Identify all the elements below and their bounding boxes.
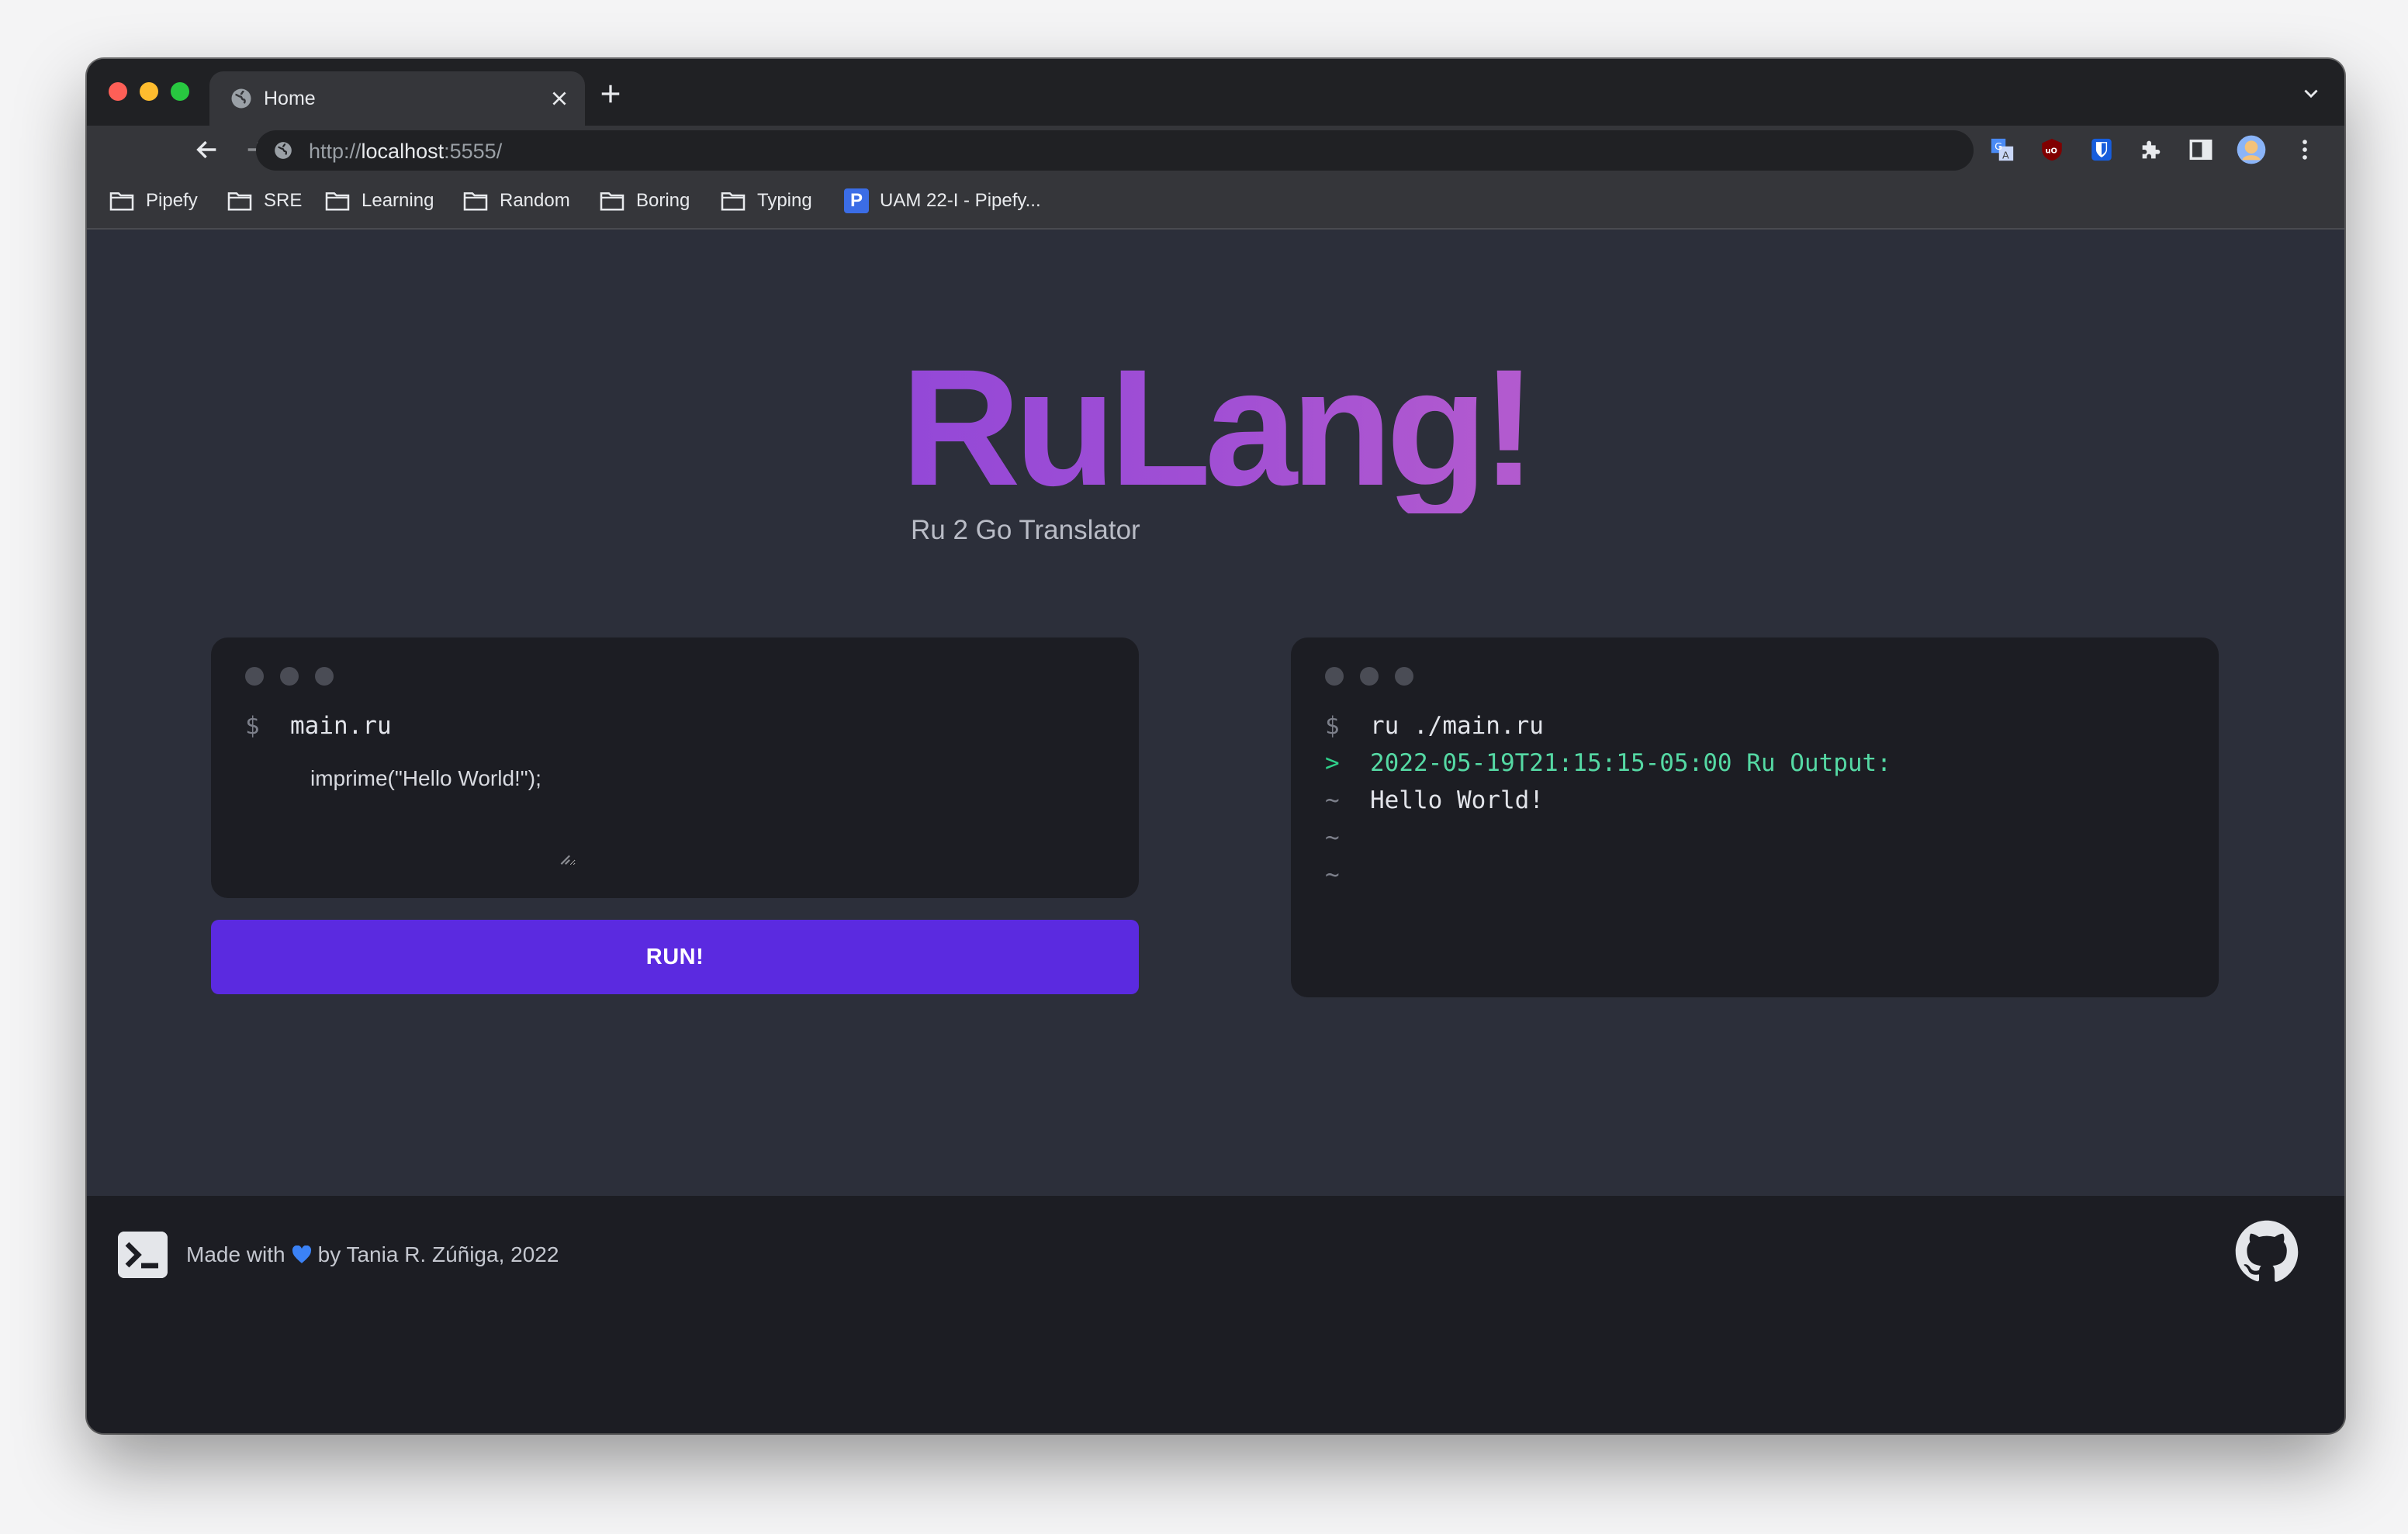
- bookmark-typing[interactable]: Typing: [720, 188, 812, 214]
- close-window-button[interactable]: [109, 82, 127, 101]
- ublock-icon[interactable]: uO: [2039, 136, 2065, 163]
- sidebar-icon[interactable]: [2188, 136, 2214, 163]
- folder-icon: [600, 192, 624, 211]
- prompt-symbol: ~: [1325, 861, 1340, 889]
- bookmark-random[interactable]: Random: [462, 188, 570, 214]
- bookmark-label: Boring: [636, 190, 690, 211]
- output-line: ~: [1325, 859, 1370, 890]
- bitwarden-icon[interactable]: [2088, 136, 2115, 163]
- profile-avatar[interactable]: [2236, 134, 2267, 165]
- hero-subtitle: Ru 2 Go Translator: [911, 515, 1140, 545]
- github-icon[interactable]: [2234, 1219, 2299, 1284]
- folder-icon: [227, 192, 252, 211]
- hero-title: RuLang!: [87, 343, 2344, 513]
- folder-icon: [463, 192, 488, 211]
- bookmark-label: Typing: [757, 190, 812, 211]
- prompt-symbol: $: [1325, 712, 1340, 740]
- bookmark-pipefy[interactable]: Pipefy: [109, 188, 198, 214]
- bookmarks-bar: Pipefy SRE Learning Random Boring Typing…: [87, 174, 2344, 230]
- output-line: $ ru ./main.ru: [1325, 710, 1544, 741]
- bookmark-learning[interactable]: Learning: [324, 188, 434, 214]
- output-text: 2022-05-19T21:15:15-05:00 Ru Output:: [1370, 749, 1891, 777]
- dot: [1325, 667, 1344, 686]
- output-text: Hello World!: [1370, 786, 1544, 814]
- bookmark-label: Learning: [362, 190, 434, 211]
- url-text: http://localhost:5555/: [309, 140, 502, 163]
- bookmark-label: Pipefy: [146, 190, 198, 211]
- output-line: ~: [1325, 822, 1370, 853]
- dot: [280, 667, 299, 686]
- tab-title: Home: [264, 88, 316, 109]
- folder-icon: [109, 192, 134, 211]
- run-button[interactable]: RUN!: [211, 920, 1139, 994]
- puzzle-icon[interactable]: [2138, 136, 2164, 163]
- bookmark-label: SRE: [264, 190, 303, 211]
- plus-icon[interactable]: [599, 82, 622, 105]
- svg-text:A: A: [2002, 150, 2009, 161]
- footer-suffix: by Tania R. Zúñiga, 2022: [317, 1242, 559, 1266]
- browser-window: Home http://localhost:5555/ G A uO Pipef…: [87, 59, 2344, 1433]
- output-line: ~ Hello World!: [1325, 785, 1544, 816]
- code-input[interactable]: [282, 754, 576, 865]
- prompt-symbol: >: [1325, 749, 1340, 777]
- footer-credit: Made with by Tania R. Zúñiga, 2022: [186, 1241, 559, 1269]
- pipefy-icon: P: [844, 188, 869, 213]
- dot: [315, 667, 334, 686]
- tab-strip: Home: [87, 59, 2344, 126]
- terminal-icon: [118, 1232, 168, 1278]
- editor-panel: $ main.ru: [211, 637, 1139, 898]
- blue-heart-icon: [292, 1246, 311, 1263]
- svg-text:G: G: [1995, 141, 2002, 153]
- prompt-symbol: ~: [1325, 786, 1340, 814]
- tab-home[interactable]: Home: [209, 71, 585, 126]
- bookmark-sre[interactable]: SRE: [227, 188, 302, 214]
- folder-icon: [325, 192, 350, 211]
- window-dots: [245, 667, 334, 686]
- url-scheme: http://: [309, 140, 362, 163]
- minimize-window-button[interactable]: [140, 82, 158, 101]
- chevron-down-icon[interactable]: [2301, 84, 2321, 104]
- globe-icon: [231, 88, 251, 109]
- output-text: ru ./main.ru: [1370, 712, 1544, 740]
- dot: [1360, 667, 1379, 686]
- prompt-symbol: $: [245, 712, 260, 740]
- bookmark-label: UAM 22-I - Pipefy...: [880, 190, 1041, 211]
- bookmark-label: Random: [500, 190, 570, 211]
- footer: Made with by Tania R. Zúñiga, 2022: [87, 1196, 2344, 1433]
- back-arrow-icon[interactable]: [194, 136, 220, 163]
- close-icon[interactable]: [549, 88, 569, 109]
- editor-header-line: $ main.ru: [245, 710, 392, 741]
- kebab-menu-icon[interactable]: [2292, 136, 2318, 163]
- prompt-symbol: ~: [1325, 824, 1340, 852]
- browser-toolbar: http://localhost:5555/ G A uO: [87, 126, 2344, 174]
- footer-prefix: Made with: [186, 1242, 285, 1266]
- svg-text:uO: uO: [2046, 147, 2057, 155]
- url-path: :5555/: [444, 140, 503, 163]
- dot: [1395, 667, 1413, 686]
- url-host: localhost: [361, 140, 445, 163]
- bookmark-uam-pipefy[interactable]: P UAM 22-I - Pipefy...: [844, 188, 1041, 214]
- output-panel: $ ru ./main.ru > 2022-05-19T21:15:15-05:…: [1291, 637, 2219, 997]
- window-dots: [1325, 667, 1413, 686]
- resize-handle-icon[interactable]: [557, 852, 571, 865]
- translate-icon[interactable]: G A: [1989, 136, 2015, 163]
- maximize-window-button[interactable]: [171, 82, 189, 101]
- address-bar[interactable]: http://localhost:5555/: [256, 130, 1974, 171]
- dot: [245, 667, 264, 686]
- folder-icon: [721, 192, 746, 211]
- editor-filename: main.ru: [290, 712, 392, 740]
- output-line: > 2022-05-19T21:15:15-05:00 Ru Output:: [1325, 748, 1891, 779]
- site-info-icon[interactable]: [273, 140, 293, 161]
- bookmark-boring[interactable]: Boring: [599, 188, 690, 214]
